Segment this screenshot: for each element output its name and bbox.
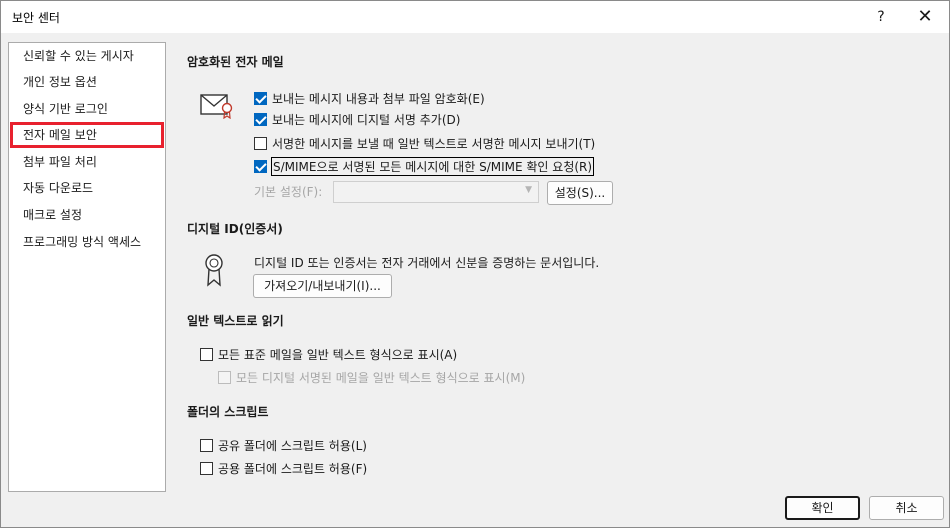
add-digital-signature-checkbox[interactable] [254,112,267,126]
encrypt-contents-label: 보내는 메시지 내용과 첨부 파일 암호화(E) [272,91,485,106]
sidebar-item-automatic-download[interactable]: 자동 다운로드 [10,175,164,201]
read-signed-plain-text-label: 모든 디지털 서명된 메일을 일반 텍스트 형식으로 표시(M) [236,370,526,385]
read-all-plain-text-label: 모든 표준 메일을 일반 텍스트 형식으로 표시(A) [218,347,458,362]
sidebar-item-form-based-signin[interactable]: 양식 기반 로그인 [10,96,164,122]
read-all-plain-text-option[interactable]: 모든 표준 메일을 일반 텍스트 형식으로 표시(A) [200,345,457,363]
send-clear-text-signed-label: 서명한 메시지를 보낼 때 일반 텍스트로 서명한 메시지 보내기(T) [272,136,596,151]
read-signed-plain-text-option: 모든 디지털 서명된 메일을 일반 텍스트 형식으로 표시(M) [218,368,525,386]
public-folder-script-checkbox[interactable] [200,461,213,475]
sidebar-item-attachment-handling[interactable]: 첨부 파일 처리 [10,149,164,175]
digital-id-description: 디지털 ID 또는 인증서는 전자 거래에서 신분을 증명하는 문서입니다. [254,256,600,270]
certificate-ribbon-icon [205,254,223,287]
default-setting-label: 기본 설정(F): [254,185,323,199]
encrypted-mail-heading: 암호화된 전자 메일 [187,55,284,69]
read-all-plain-text-checkbox[interactable] [200,347,213,361]
chevron-down-icon: ▼ [525,185,532,195]
envelope-certificate-icon [200,94,233,119]
shared-folder-script-label: 공유 폴더에 스크립트 허용(L) [218,438,367,453]
sidebar-item-privacy-options[interactable]: 개인 정보 옵션 [10,69,164,95]
title-bar: 보안 센터 ? ✕ [1,1,949,33]
digital-id-heading: 디지털 ID(인증서) [187,222,283,236]
public-folder-script-option[interactable]: 공용 폴더에 스크립트 허용(F) [200,459,367,477]
smime-receipt-label: S/MIME으로 서명된 모든 메시지에 대한 S/MIME 확인 요청(R) [270,156,595,176]
ok-button[interactable]: 확인 [785,496,860,520]
close-button[interactable]: ✕ [907,5,943,29]
default-setting-dropdown[interactable]: ▼ [333,181,539,203]
plain-text-heading: 일반 텍스트로 읽기 [187,314,284,328]
settings-button[interactable]: 설정(S)... [547,181,613,205]
cancel-button[interactable]: 취소 [869,496,944,520]
sidebar-item-macro-settings[interactable]: 매크로 설정 [10,202,164,228]
send-clear-text-signed-checkbox[interactable] [254,136,267,150]
help-button[interactable]: ? [867,5,895,29]
add-digital-signature-label: 보내는 메시지에 디지털 서명 추가(D) [272,112,461,127]
sidebar-item-programmatic-access[interactable]: 프로그래밍 방식 액세스 [10,229,164,255]
shared-folder-script-checkbox[interactable] [200,438,213,452]
category-sidebar: 신뢰할 수 있는 게시자 개인 정보 옵션 양식 기반 로그인 전자 메일 보안… [8,42,166,492]
encrypt-contents-checkbox[interactable] [254,91,267,105]
trust-center-dialog: 보안 센터 ? ✕ 신뢰할 수 있는 게시자 개인 정보 옵션 양식 기반 로그… [0,0,950,528]
sidebar-item-email-security[interactable]: 전자 메일 보안 [10,122,164,148]
window-title: 보안 센터 [12,11,60,25]
public-folder-script-label: 공용 폴더에 스크립트 허용(F) [218,461,368,476]
smime-receipt-option[interactable]: S/MIME으로 서명된 모든 메시지에 대한 S/MIME 확인 요청(R) [254,156,595,176]
smime-receipt-checkbox[interactable] [254,159,267,173]
send-clear-text-signed-option[interactable]: 서명한 메시지를 보낼 때 일반 텍스트로 서명한 메시지 보내기(T) [254,134,595,152]
sidebar-item-trusted-publishers[interactable]: 신뢰할 수 있는 게시자 [10,43,164,69]
read-signed-plain-text-checkbox [218,370,231,384]
add-digital-signature-option[interactable]: 보내는 메시지에 디지털 서명 추가(D) [254,110,460,128]
import-export-button[interactable]: 가져오기/내보내기(I)... [253,274,392,298]
shared-folder-script-option[interactable]: 공유 폴더에 스크립트 허용(L) [200,436,367,454]
encrypt-contents-option[interactable]: 보내는 메시지 내용과 첨부 파일 암호화(E) [254,89,485,107]
folder-script-heading: 폴더의 스크립트 [187,405,269,419]
